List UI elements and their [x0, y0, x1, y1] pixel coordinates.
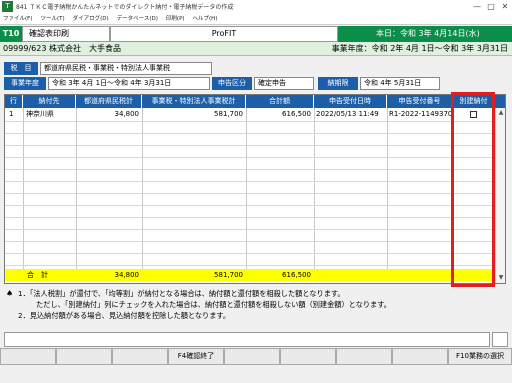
menu-bar: ファイル(F) ツール(T) ダイアログ(D) データベース(D) 印刷(P) …: [0, 14, 512, 25]
deadline-label: 納期限: [318, 77, 358, 90]
total-row: 合 計 34,800 581,700 616,500: [5, 269, 495, 281]
note-1-sub: ただし、「別建納付」列にチェックを入れた場合は、納付額と還付額を相殺しない額（別…: [36, 300, 391, 309]
col-total: 合計額: [246, 95, 314, 108]
highlight-box: [451, 92, 495, 287]
kubun-value: 確定申告: [254, 77, 314, 90]
total-amount: 616,500: [282, 110, 311, 118]
menu-help[interactable]: ヘルプ(H): [193, 14, 218, 24]
product-name: ProFIT: [110, 26, 338, 42]
col-received-at: 申告受付日時: [314, 95, 387, 108]
note-2: 2．見込納付額がある場合、見込納付額を控除した額となります。: [18, 311, 231, 320]
status-area: [0, 365, 512, 383]
fkey-f7[interactable]: [336, 348, 392, 365]
menu-database[interactable]: データベース(D): [117, 14, 158, 24]
input-side-box[interactable]: [492, 332, 508, 347]
company-row: 09999/623 株式会社 大手食品 事業年度：令和 2年 4月 1日～令和 …: [0, 42, 512, 56]
function-keys: F4確認終了 F10業務の選択: [0, 348, 512, 383]
fkey-f1[interactable]: [0, 348, 56, 365]
screen-title: 確認表印刷: [22, 26, 110, 42]
company-name: 09999/623 株式会社 大手食品: [3, 44, 121, 53]
year-value: 令和 3年 4月 1日～令和 4年 3月31日: [48, 77, 210, 90]
scroll-down-icon[interactable]: ▼: [496, 273, 505, 283]
fkey-f6[interactable]: [280, 348, 336, 365]
payee: 神奈川県: [26, 110, 54, 118]
message-input[interactable]: [4, 332, 490, 347]
f4-confirm-button[interactable]: F4確認終了: [168, 348, 224, 365]
year-label: 事業年度: [4, 77, 46, 90]
fkey-f8[interactable]: [392, 348, 448, 365]
received-at: 2022/05/13 11:49: [316, 110, 379, 118]
kubun-label: 申告区分: [212, 77, 252, 90]
scroll-up-icon[interactable]: ▲: [496, 108, 505, 118]
total-business: 581,700: [214, 271, 243, 279]
header-bar: T10 確認表印刷 ProFIT 本日：令和 3年 4月14日(水): [0, 26, 512, 42]
table-scrollbar[interactable]: ▲ ▼: [495, 108, 505, 283]
col-business: 事業税・特別法人事業税計: [142, 95, 246, 108]
minimize-button[interactable]: —: [470, 0, 484, 14]
table-header: 行 納付先 都道府県民税計 事業税・特別法人事業税計 合計額 申告受付日時 申告…: [5, 95, 505, 108]
tax-value: 都道府県民税・事業税・特別法人事業税: [40, 62, 212, 75]
col-payee: 納付先: [23, 95, 76, 108]
maximize-button[interactable]: □: [484, 0, 498, 14]
col-row: 行: [5, 95, 23, 108]
title-bar: T 841 ＴＫＣ電子納税かんたんネットでのダイレクト納付・電子納税データの作成…: [0, 0, 512, 14]
prefectural-tax: 34,800: [114, 110, 140, 118]
fkey-f5[interactable]: [224, 348, 280, 365]
row-number: 1: [9, 110, 14, 118]
today-date: 本日：令和 3年 4月14日(水): [338, 26, 512, 42]
total-sum: 616,500: [282, 271, 311, 279]
menu-print[interactable]: 印刷(P): [166, 14, 185, 24]
tax-label: 税 目: [4, 62, 38, 75]
fiscal-year: 事業年度：令和 2年 4月 1日～令和 3年 3月31日: [331, 44, 508, 53]
col-receipt-no: 申告受付番号: [387, 95, 453, 108]
note-1: 1．「法人税割」が還付で、「均等割」が納付となる場合は、納付額と還付額を相殺した…: [18, 289, 345, 298]
deadline-value: 令和 4年 5月31日: [360, 77, 440, 90]
f10-task-select-button[interactable]: F10業務の選択: [448, 348, 512, 365]
app-icon: T: [2, 1, 13, 12]
close-button[interactable]: ✕: [498, 0, 512, 14]
col-prefectural: 都道府県民税計: [76, 95, 142, 108]
spade-icon: ♠: [6, 289, 14, 298]
business-tax: 581,700: [214, 110, 243, 118]
fkey-f2[interactable]: [56, 348, 112, 365]
fkey-f3[interactable]: [112, 348, 168, 365]
screen-code: T10: [0, 26, 22, 42]
notes: ♠ 1．「法人税割」が還付で、「均等割」が納付となる場合は、納付額と還付額を相殺…: [6, 288, 506, 330]
app-window: T 841 ＴＫＣ電子納税かんたんネットでのダイレクト納付・電子納税データの作成…: [0, 0, 512, 383]
menu-dialog[interactable]: ダイアログ(D): [73, 14, 109, 24]
menu-file[interactable]: ファイル(F): [3, 14, 32, 24]
total-label: 合 計: [27, 271, 48, 279]
tax-table: 行 納付先 都道府県民税計 事業税・特別法人事業税計 合計額 申告受付日時 申告…: [4, 94, 506, 284]
total-prefectural: 34,800: [114, 271, 140, 279]
filing-info: 税 目 都道府県民税・事業税・特別法人事業税 事業年度 令和 3年 4月 1日～…: [0, 58, 512, 94]
window-title: 841 ＴＫＣ電子納税かんたんネットでのダイレクト納付・電子納税データの作成: [16, 4, 234, 11]
receipt-number: R1-2022-1149370: [389, 110, 453, 118]
menu-tools[interactable]: ツール(T): [40, 14, 64, 24]
